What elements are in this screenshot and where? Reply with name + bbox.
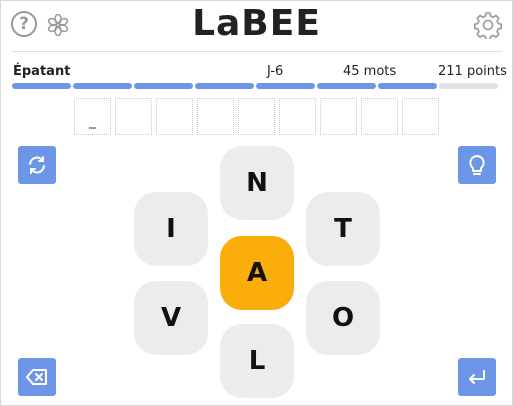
rank-label: Épatant (13, 64, 71, 79)
lightbulb-icon (469, 155, 485, 175)
letter-top-left[interactable]: I (134, 192, 208, 266)
progress-segment (134, 83, 193, 89)
letter-slot (320, 98, 357, 135)
progress-segment (378, 83, 437, 89)
day-counter: J-6 (267, 64, 284, 79)
header-divider (11, 51, 502, 52)
backspace-icon (26, 369, 47, 385)
progress-segment (317, 83, 376, 89)
letter-slot (115, 98, 152, 135)
enter-button[interactable] (458, 358, 496, 396)
game-frame: ? LaBEE Épatant J-6 45 mots 211 points _… (0, 0, 513, 406)
letter-bottom-right[interactable]: O (306, 281, 380, 355)
letter-bottom[interactable]: L (220, 324, 294, 398)
progress-segment (73, 83, 132, 89)
top-bar: ? LaBEE (1, 1, 512, 51)
letter-slot (238, 98, 275, 135)
progress-segment (195, 83, 254, 89)
progress-bar (12, 83, 502, 89)
word-count: 45 mots (343, 64, 397, 79)
points-total: 211 points (438, 64, 507, 79)
input-cursor: _ (89, 113, 96, 129)
letter-top-right[interactable]: T (306, 192, 380, 266)
letter-slot (279, 98, 316, 135)
letter-slot: _ (74, 98, 111, 135)
letter-bottom-left[interactable]: V (134, 281, 208, 355)
delete-button[interactable] (18, 358, 56, 396)
letter-slot (197, 98, 234, 135)
hint-button[interactable] (458, 146, 496, 184)
app-title: LaBEE (192, 3, 321, 44)
letter-top[interactable]: N (220, 146, 294, 220)
gear-icon[interactable] (474, 11, 502, 39)
progress-segment (12, 83, 71, 89)
letter-slot (361, 98, 398, 135)
letter-slot (402, 98, 439, 135)
progress-segment (439, 83, 498, 89)
letter-center[interactable]: A (220, 236, 294, 310)
progress-segment (256, 83, 315, 89)
shuffle-icon (29, 156, 45, 174)
shuffle-button[interactable] (18, 146, 56, 184)
enter-icon (469, 370, 485, 384)
letter-slot (156, 98, 193, 135)
